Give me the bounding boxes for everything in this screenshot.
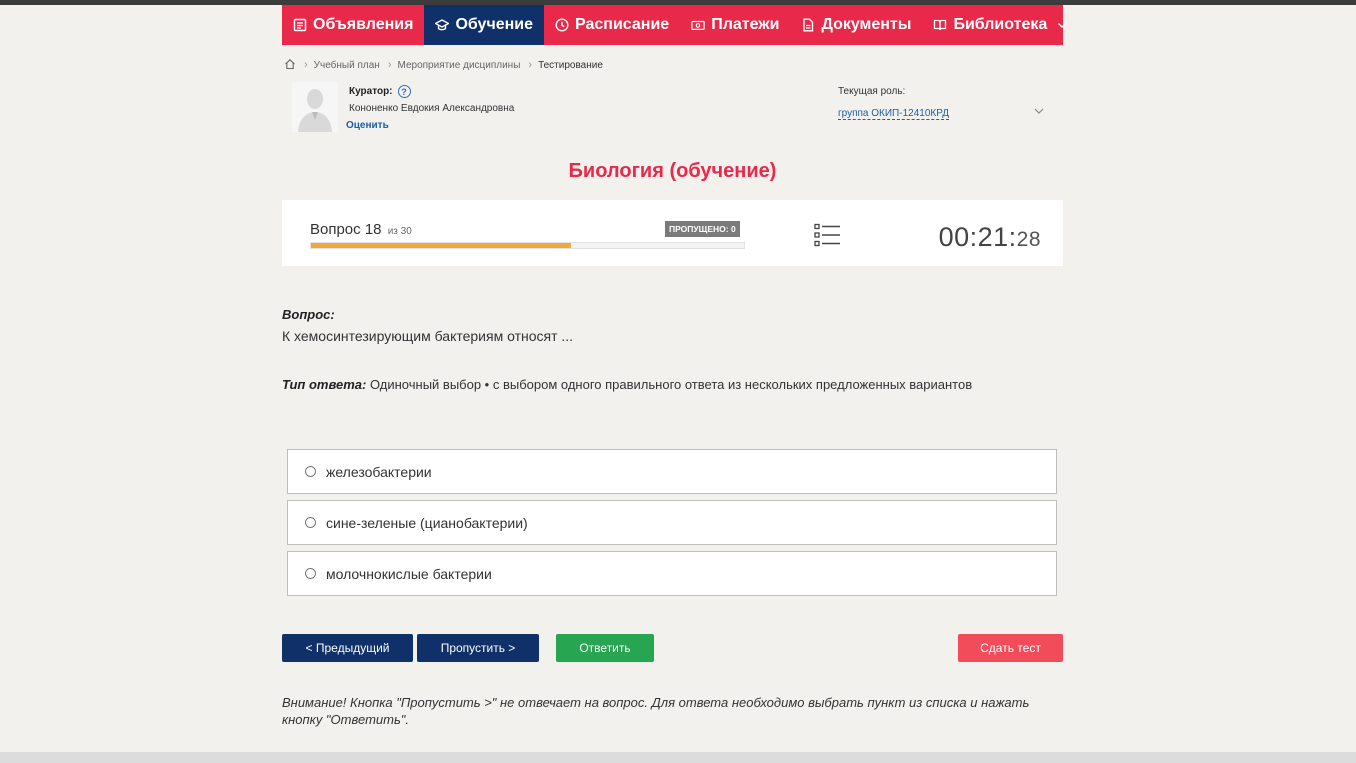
home-icon[interactable] <box>284 58 296 73</box>
answer-options: железобактерии сине-зеленые (цианобактер… <box>287 449 1057 602</box>
answer-option[interactable]: сине-зеленые (цианобактерии) <box>287 500 1057 545</box>
rate-curator-link[interactable]: Оценить <box>346 120 389 131</box>
radio-button[interactable] <box>305 568 316 579</box>
breadcrumb-item-testing: Тестирование <box>538 59 603 71</box>
help-icon[interactable]: ? <box>397 85 411 98</box>
main-nav: Объявления Обучение Расписание Платежи Д… <box>282 5 1067 45</box>
skip-button[interactable]: Пропустить > <box>417 634 539 662</box>
clock-icon <box>555 18 569 32</box>
nav-item-library[interactable]: Библиотека <box>922 5 1078 45</box>
question-text: К хемосинтезирующим бактериям относят ..… <box>282 328 574 344</box>
role-label: Текущая роль: <box>838 86 906 97</box>
chevron-down-icon <box>1057 20 1067 30</box>
nav-label: Обучение <box>455 16 534 33</box>
breadcrumb-separator-icon: › <box>304 59 308 71</box>
question-prefix: Вопрос <box>310 221 361 238</box>
timer-main: 00:21: <box>938 222 1017 252</box>
role-selector[interactable]: группа ОКИП-12410КРД <box>838 108 949 120</box>
question-counter: Вопрос 18 из 30 <box>310 221 412 238</box>
warning-text: Внимание! Кнопка "Пропустить >" не отвеч… <box>282 695 1030 727</box>
graduation-cap-icon <box>435 18 450 32</box>
curator-label: Куратор: <box>349 86 393 97</box>
breadcrumb-separator-icon: › <box>528 59 533 71</box>
finish-test-button[interactable]: Сдать тест <box>958 634 1063 662</box>
progress-bar-fill <box>311 243 571 248</box>
answer-option-label: железобактерии <box>326 463 432 480</box>
radio-button[interactable] <box>305 517 316 528</box>
breadcrumb-item-curriculum[interactable]: Учебный план <box>314 60 380 71</box>
curator-avatar <box>292 82 338 132</box>
announcements-icon <box>293 18 307 32</box>
book-icon <box>933 18 947 32</box>
question-list-icon[interactable] <box>814 223 841 247</box>
curator-title: Куратор: ? <box>349 85 411 98</box>
nav-label: Библиотека <box>953 16 1048 33</box>
timer-seconds: 28 <box>1016 228 1041 251</box>
nav-item-education[interactable]: Обучение <box>424 5 545 45</box>
chevron-down-icon[interactable] <box>1033 104 1045 116</box>
nav-label: Платежи <box>711 16 780 33</box>
nav-label: Документы <box>821 16 912 33</box>
document-icon <box>801 18 815 32</box>
nav-item-payments[interactable]: Платежи <box>680 5 790 45</box>
answer-type-text: Одиночный выбор • с выбором одного прави… <box>369 377 973 392</box>
timer: 00:21:28 <box>939 222 1041 253</box>
nav-item-documents[interactable]: Документы <box>790 5 922 45</box>
answer-option[interactable]: железобактерии <box>287 449 1057 494</box>
breadcrumb-separator-icon: › <box>387 59 392 71</box>
page-title: Биология (обучение) <box>568 160 777 182</box>
nav-item-announcements[interactable]: Объявления <box>282 5 424 45</box>
answer-button[interactable]: Ответить <box>556 634 654 662</box>
answer-type-label: Тип ответа: <box>282 377 367 392</box>
answer-type: Тип ответа: Одиночный выбор • с выбором … <box>282 377 972 392</box>
payment-icon <box>691 18 705 32</box>
nav-label: Расписание <box>575 16 670 33</box>
question-label: Вопрос: <box>282 307 335 322</box>
question-total: из 30 <box>387 226 412 237</box>
answer-option[interactable]: молочнокислые бактерии <box>287 551 1057 596</box>
answer-option-label: сине-зеленые (цианобактерии) <box>326 514 528 531</box>
progress-card: Вопрос 18 из 30 ПРОПУЩЕНО: 0 00:21:28 <box>282 200 1063 266</box>
skipped-badge: ПРОПУЩЕНО: 0 <box>665 221 740 237</box>
previous-button[interactable]: < Предыдущий <box>282 634 413 662</box>
nav-label: Объявления <box>313 16 414 33</box>
radio-button[interactable] <box>305 466 316 477</box>
breadcrumb: › Учебный план › Мероприятие дисциплины … <box>284 57 603 73</box>
breadcrumb-item-discipline-event[interactable]: Мероприятие дисциплины <box>398 60 521 71</box>
question-current: 18 <box>364 221 382 238</box>
curator-name: Кононенко Евдокия Александровна <box>349 103 515 114</box>
nav-item-schedule[interactable]: Расписание <box>544 5 680 45</box>
progress-bar <box>310 242 745 249</box>
answer-option-label: молочнокислые бактерии <box>326 565 492 582</box>
bottom-strip <box>0 752 1356 763</box>
